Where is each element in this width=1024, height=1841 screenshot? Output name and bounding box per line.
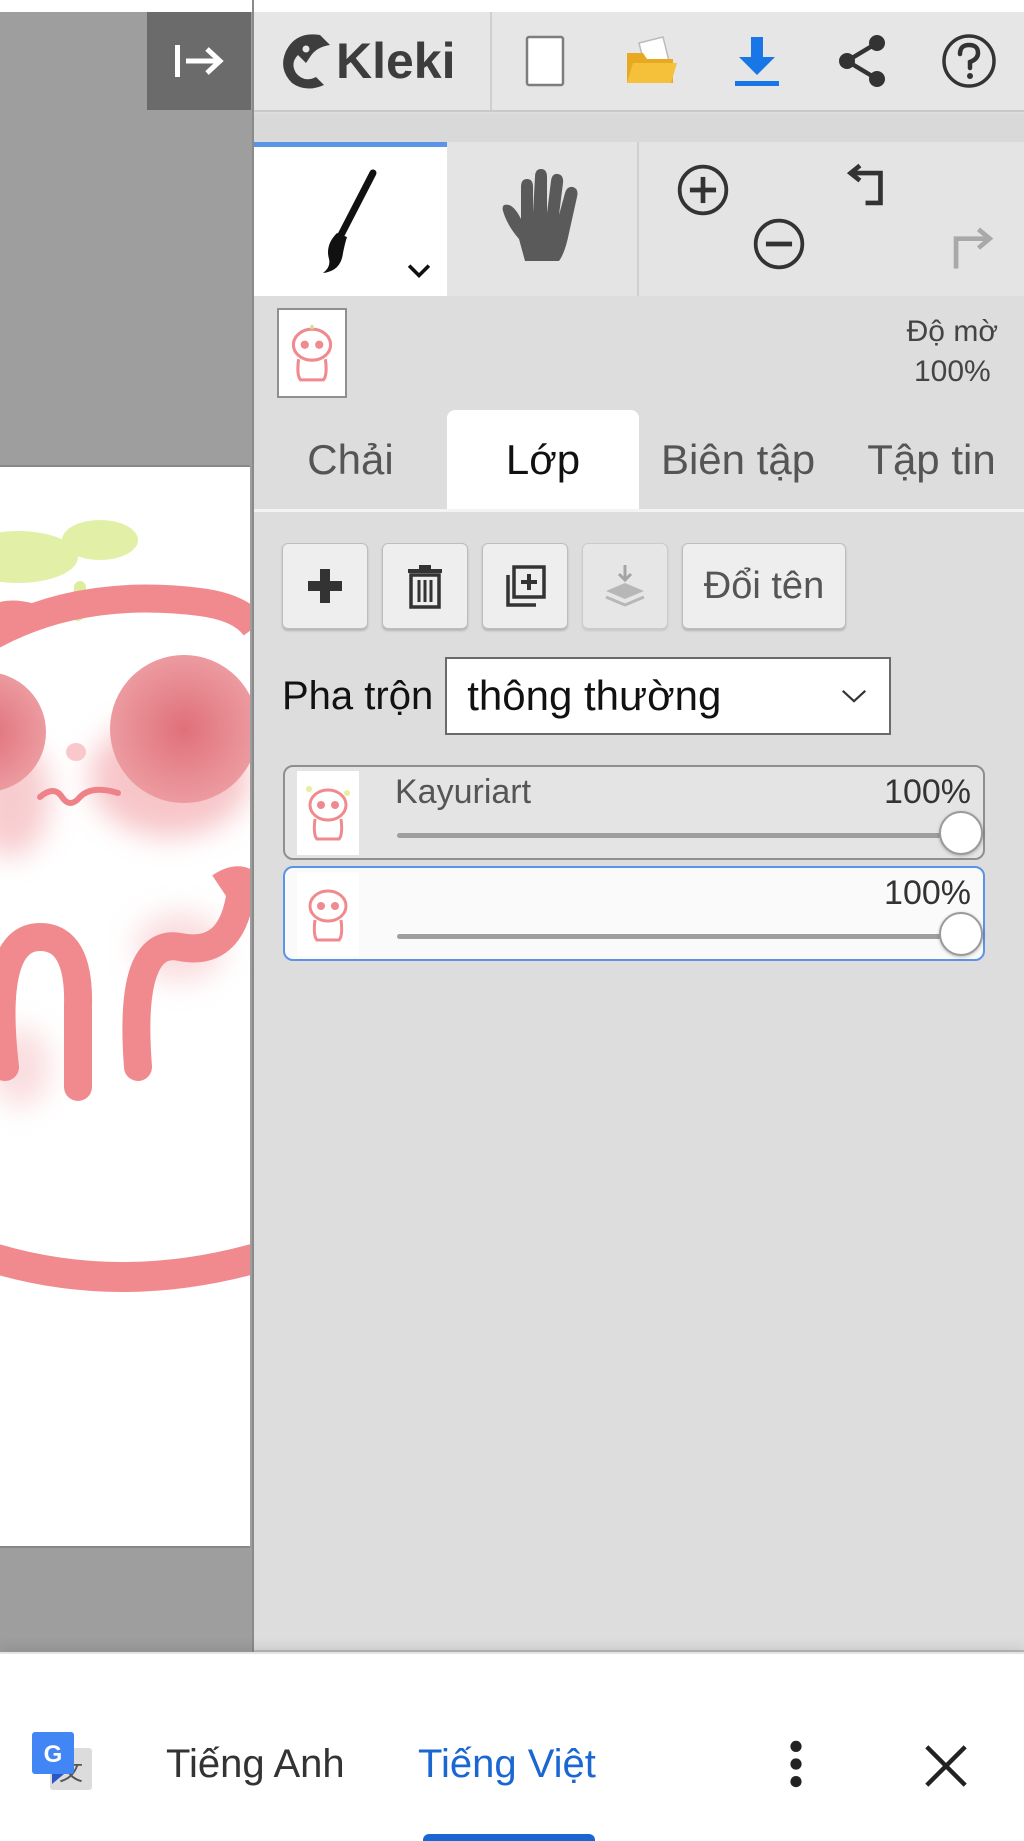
toolbar-spacer xyxy=(254,114,1024,142)
open-file-button[interactable] xyxy=(598,12,704,110)
layer-opacity-track[interactable] xyxy=(397,934,945,939)
duplicate-icon xyxy=(506,565,546,607)
zoom-out-icon[interactable] xyxy=(751,216,807,272)
new-document-icon xyxy=(525,35,565,87)
open-folder-icon xyxy=(627,36,677,83)
chevron-down-icon xyxy=(842,690,867,703)
kleki-logo-icon xyxy=(276,29,334,93)
panel-tabs: Chải Lớp Biên tập Tập tin xyxy=(254,410,1024,512)
tab-edit[interactable]: Biên tập xyxy=(639,410,837,509)
redo-icon[interactable] xyxy=(943,220,999,276)
canvas-area[interactable] xyxy=(0,0,252,1652)
help-button[interactable] xyxy=(916,12,1022,110)
hand-icon xyxy=(502,169,578,261)
more-vertical-icon xyxy=(790,1740,802,1788)
undo-icon[interactable] xyxy=(845,160,901,216)
rename-layer-button[interactable]: Đổi tên xyxy=(682,543,846,629)
zoom-controls xyxy=(639,142,835,296)
panel-top-strip xyxy=(254,0,1024,12)
layer-thumbnail xyxy=(297,771,359,855)
layer-preview-row: Độ mờ 100% xyxy=(254,298,1024,408)
tab-file[interactable]: Tập tin xyxy=(837,410,1024,509)
blend-mode-row: Pha trộn thông thường xyxy=(282,657,892,735)
layer-name: Kayuriart xyxy=(395,773,532,811)
close-translate-button[interactable] xyxy=(916,1736,976,1796)
blend-mode-select[interactable]: thông thường xyxy=(445,657,892,735)
add-layer-button[interactable] xyxy=(282,543,368,629)
layer-opacity-value: 100% xyxy=(884,773,971,811)
opacity-value: 100% xyxy=(913,355,991,388)
svg-text:G: G xyxy=(44,1741,63,1768)
new-document-button[interactable] xyxy=(492,12,598,110)
hand-tool-button[interactable] xyxy=(447,142,639,296)
layer-opacity-slider-knob[interactable] xyxy=(939,912,983,956)
close-icon xyxy=(925,1745,967,1787)
main-toolbar: Kleki xyxy=(254,12,1024,112)
help-icon xyxy=(942,34,996,88)
tab-brush[interactable]: Chải xyxy=(254,410,447,509)
layer-opacity-value: 100% xyxy=(884,874,971,912)
tool-row xyxy=(254,142,1024,296)
character-thumbnail-icon xyxy=(308,889,348,942)
zoom-in-icon[interactable] xyxy=(675,162,731,218)
layer-opacity-slider-knob[interactable] xyxy=(939,811,983,855)
target-language-tab[interactable]: Tiếng Việt xyxy=(418,1742,596,1787)
layer-item-selected[interactable]: 100% xyxy=(283,866,985,961)
chevron-down-icon[interactable] xyxy=(405,262,433,280)
source-language-tab[interactable]: Tiếng Anh xyxy=(166,1742,345,1787)
brush-tool-button[interactable] xyxy=(254,142,447,296)
layer-opacity-track[interactable] xyxy=(397,833,945,838)
share-button[interactable] xyxy=(810,12,916,110)
logo-text: Kleki xyxy=(336,33,456,89)
tab-layers[interactable]: Lớp xyxy=(447,410,639,509)
delete-layer-button[interactable] xyxy=(382,543,468,629)
drawing-artwork xyxy=(0,520,250,1292)
blend-mode-label: Pha trộn xyxy=(282,673,434,718)
side-panel: Kleki Độ mờ 100% Chải Lớp Biên tập Tập t… xyxy=(252,0,1024,1652)
download-icon xyxy=(735,37,779,86)
layer-thumbnail xyxy=(297,872,359,956)
collapse-panel-button[interactable] xyxy=(147,12,251,110)
top-strip xyxy=(0,0,252,12)
blend-mode-value: thông thường xyxy=(467,672,722,719)
layer-actions: Đổi tên xyxy=(282,543,846,629)
layer-item[interactable]: Kayuriart 100% xyxy=(283,765,985,860)
layer-preview-thumbnail[interactable] xyxy=(277,308,347,398)
brush-icon xyxy=(322,169,376,273)
share-icon xyxy=(839,35,885,87)
character-thumbnail-icon xyxy=(291,325,333,382)
merge-down-icon xyxy=(605,565,645,607)
drawing-canvas[interactable] xyxy=(0,465,250,1548)
more-options-button[interactable] xyxy=(770,1726,822,1802)
duplicate-layer-button[interactable] xyxy=(482,543,568,629)
kleki-logo[interactable]: Kleki xyxy=(254,12,492,110)
opacity-readout: Độ mờ 100% xyxy=(907,312,998,392)
arrow-to-right-icon xyxy=(175,45,224,77)
opacity-label: Độ mờ xyxy=(906,315,998,348)
merge-down-button[interactable] xyxy=(582,543,668,629)
character-thumbnail-icon xyxy=(306,786,350,841)
active-tab-indicator xyxy=(423,1834,595,1841)
history-controls xyxy=(835,142,1024,296)
plus-icon xyxy=(308,569,342,603)
trash-icon xyxy=(408,565,442,609)
google-translate-icon[interactable]: 文 G xyxy=(30,1730,96,1796)
download-button[interactable] xyxy=(704,12,810,110)
translate-bar: 文 G Tiếng Anh Tiếng Việt xyxy=(0,1652,1024,1841)
